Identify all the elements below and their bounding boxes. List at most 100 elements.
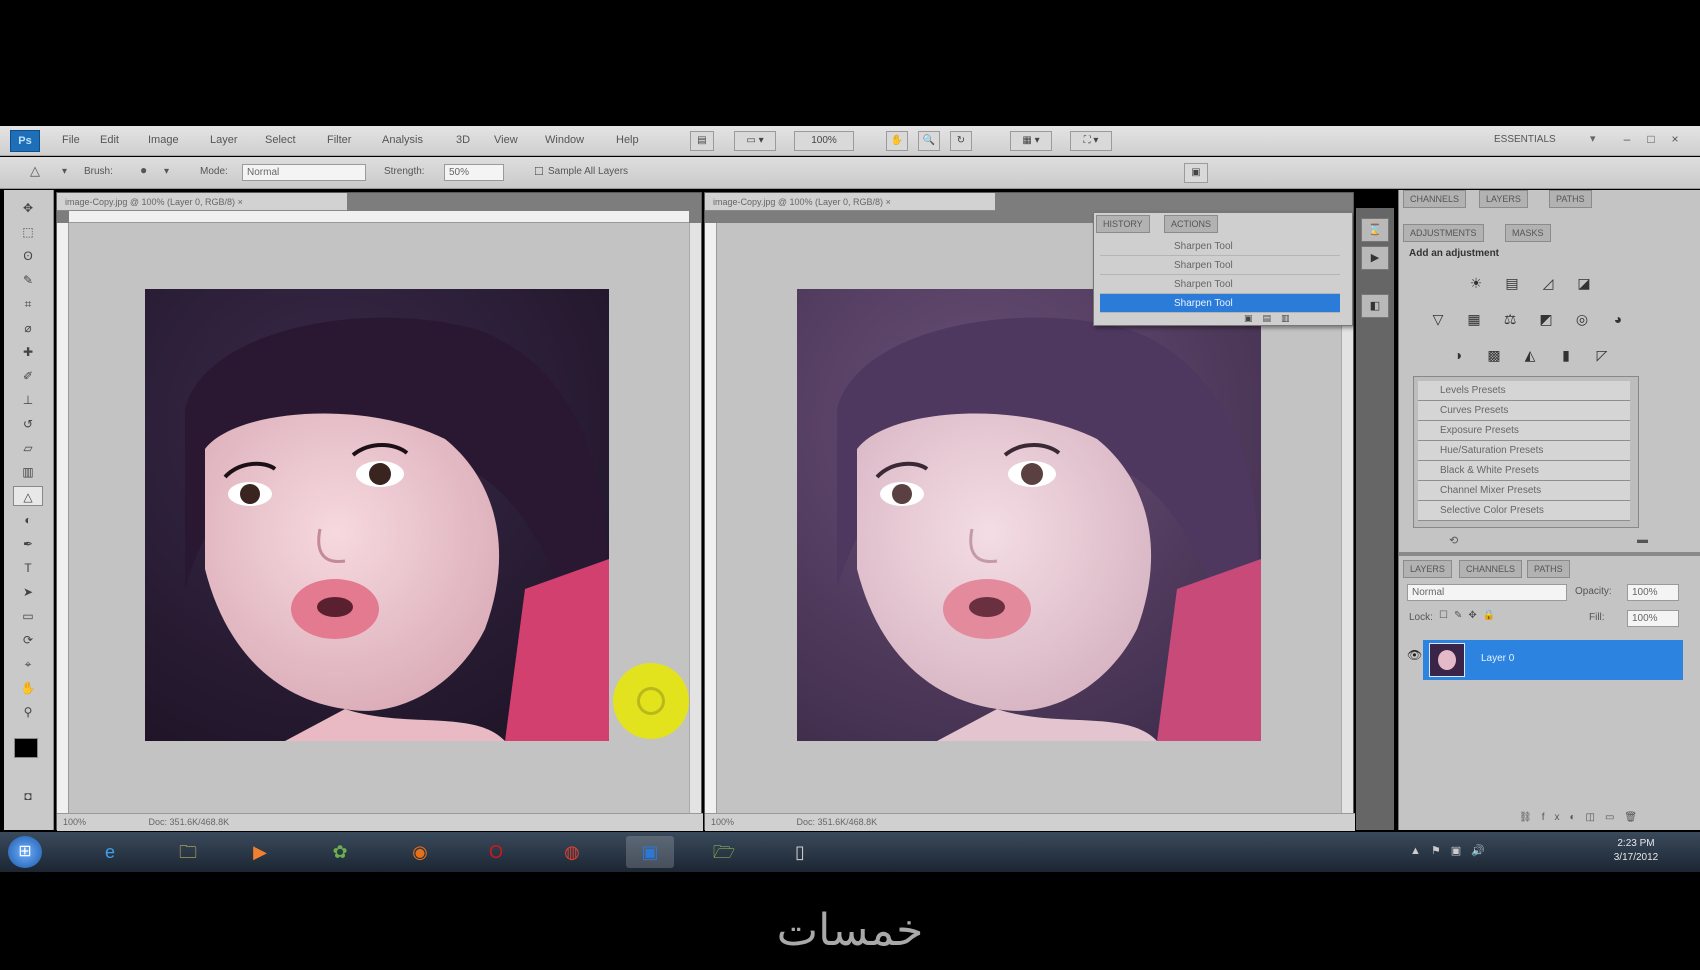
sharpen-tool-icon[interactable]: △ (30, 163, 40, 179)
layer-row[interactable]: Layer 0 (1423, 640, 1683, 680)
brush-size-icon[interactable]: ● (140, 163, 147, 177)
clone-stamp-tool-icon[interactable]: ⊥ (13, 390, 43, 410)
tab-adjustments[interactable]: ADJUSTMENTS (1403, 224, 1484, 242)
opacity-field[interactable]: 100% (1627, 584, 1679, 601)
tool-preset-arrow-icon[interactable]: ▾ (62, 166, 67, 177)
hue-saturation-icon[interactable]: ▦ (1461, 308, 1487, 330)
zoom-tool-button[interactable]: 🔍 (918, 131, 940, 151)
zoom-tool-icon[interactable]: ⚲ (13, 702, 43, 722)
menu-filter[interactable]: Filter (327, 134, 351, 146)
lasso-tool-icon[interactable]: ʘ (13, 246, 43, 266)
posterize-icon[interactable]: ▩ (1481, 344, 1507, 366)
preset-item[interactable]: Hue/Saturation Presets (1418, 441, 1630, 461)
layer-name[interactable]: Layer 0 (1481, 653, 1514, 664)
screen-mode-button[interactable]: ⛶ ▾ (1070, 131, 1112, 151)
gradient-tool-icon[interactable]: ▥ (13, 462, 43, 482)
crop-tool-icon[interactable]: ⌗ (13, 294, 43, 314)
healing-brush-tool-icon[interactable]: ✚ (13, 342, 43, 362)
invert-icon[interactable]: ◑ (1445, 344, 1471, 366)
brightness-contrast-icon[interactable]: ☀ (1463, 272, 1489, 294)
bridge-button[interactable]: ▤ (690, 131, 714, 151)
photoshop-taskbar-icon[interactable]: ▣ (626, 836, 674, 868)
eyedropper-tool-icon[interactable]: ⌀ (13, 318, 43, 338)
internet-explorer-icon[interactable]: e (86, 836, 134, 868)
tab-channels[interactable]: CHANNELS (1459, 560, 1523, 578)
arrange-documents-button[interactable]: ▦ ▾ (1010, 131, 1052, 151)
3d-camera-tool-icon[interactable]: ⌖ (13, 654, 43, 674)
preset-item[interactable]: Black & White Presets (1418, 461, 1630, 481)
layer-footer-icons[interactable]: ⛓fx◐◫▭🗑 (1519, 812, 1647, 823)
threshold-icon[interactable]: ◭ (1517, 344, 1543, 366)
adjustment-footer-icon[interactable]: ⟲ (1449, 534, 1458, 547)
history-brush-tool-icon[interactable]: ↺ (13, 414, 43, 434)
quick-mask-icon[interactable]: ◘ (13, 786, 43, 806)
menu-select[interactable]: Select (265, 134, 296, 146)
menu-view[interactable]: View (494, 134, 518, 146)
quick-select-tool-icon[interactable]: ✎ (13, 270, 43, 290)
clock[interactable]: 2:23 PM 3/17/2012 (1596, 837, 1676, 865)
brush-picker-arrow-icon[interactable]: ▾ (164, 166, 169, 177)
start-button-icon[interactable]: ⊞ (8, 836, 42, 868)
preset-item[interactable]: Exposure Presets (1418, 421, 1630, 441)
preset-item[interactable]: Curves Presets (1418, 401, 1630, 421)
tab-paths-top[interactable]: PATHS (1549, 190, 1592, 208)
canvas-area[interactable] (69, 223, 689, 813)
move-tool-icon[interactable]: ✥ (13, 198, 43, 218)
folder-icon[interactable]: 🗁 (700, 836, 748, 868)
zoom-level-dropdown[interactable]: 100% (794, 131, 854, 151)
blend-mode-select[interactable]: Normal (1407, 584, 1567, 601)
shape-tool-icon[interactable]: ▭ (13, 606, 43, 626)
document-tab-right[interactable]: image-Copy.jpg @ 100% (Layer 0, RGB/8) × (705, 193, 995, 211)
mode-select[interactable]: Normal (242, 164, 366, 181)
new-adjustment-icon[interactable]: ▬ (1637, 534, 1648, 546)
workspace-switcher[interactable]: ESSENTIALS (1494, 134, 1556, 145)
chevron-down-icon[interactable]: ▾ (1590, 132, 1596, 145)
app-icon[interactable]: ✿ (316, 836, 364, 868)
visibility-eye-icon[interactable]: 👁 (1407, 648, 1422, 662)
sharpen-tool-icon[interactable]: △ (13, 486, 43, 506)
tab-layers[interactable]: LAYERS (1403, 560, 1452, 578)
rotate-view-button[interactable]: ↻ (950, 131, 972, 151)
close-icon[interactable]: × (1668, 132, 1682, 146)
history-item[interactable]: Sharpen Tool (1100, 275, 1340, 294)
tab-channels-top[interactable]: CHANNELS (1403, 190, 1467, 208)
tab-paths[interactable]: PATHS (1527, 560, 1570, 578)
menu-analysis[interactable]: Analysis (382, 134, 423, 146)
history-item-selected[interactable]: Sharpen Tool (1100, 294, 1340, 313)
preset-item[interactable]: Levels Presets (1418, 381, 1630, 401)
sample-all-layers-checkbox[interactable]: ☐ (534, 165, 544, 178)
close-icon[interactable]: × (238, 197, 243, 207)
tab-history[interactable]: HISTORY (1096, 215, 1150, 233)
3d-rotate-tool-icon[interactable]: ⟳ (13, 630, 43, 650)
tablet-pressure-button[interactable]: ▣ (1184, 163, 1208, 183)
menu-edit[interactable]: Edit (100, 134, 119, 146)
file-explorer-icon[interactable]: 🗀 (164, 836, 212, 868)
vertical-scrollbar[interactable] (689, 223, 701, 813)
vibrance-icon[interactable]: ▽ (1425, 308, 1451, 330)
media-player-icon[interactable]: ▶ (236, 836, 284, 868)
curves-icon[interactable]: ◿ (1535, 272, 1561, 294)
marquee-tool-icon[interactable]: ⬚ (13, 222, 43, 242)
eraser-tool-icon[interactable]: ▱ (13, 438, 43, 458)
maximize-icon[interactable]: □ (1644, 132, 1658, 146)
color-balance-icon[interactable]: ⚖ (1497, 308, 1523, 330)
levels-icon[interactable]: ▤ (1499, 272, 1525, 294)
menu-help[interactable]: Help (616, 134, 639, 146)
menu-layer[interactable]: Layer (210, 134, 238, 146)
hand-tool-icon[interactable]: ✋ (13, 678, 43, 698)
tab-masks[interactable]: MASKS (1505, 224, 1551, 242)
tab-layers-top[interactable]: LAYERS (1479, 190, 1528, 208)
chrome-icon[interactable]: ◍ (548, 836, 596, 868)
hand-tool-button[interactable]: ✋ (886, 131, 908, 151)
system-tray-icons[interactable]: ▲⚑▣🔊 (1410, 844, 1495, 857)
minimize-icon[interactable]: – (1620, 132, 1634, 146)
preset-item[interactable]: Selective Color Presets (1418, 501, 1630, 521)
brush-tool-icon[interactable]: ✐ (13, 366, 43, 386)
preset-item[interactable]: Channel Mixer Presets (1418, 481, 1630, 501)
menu-window[interactable]: Window (545, 134, 584, 146)
document-tab-left[interactable]: image-Copy.jpg @ 100% (Layer 0, RGB/8) × (57, 193, 347, 211)
dodge-tool-icon[interactable]: ◐ (13, 510, 43, 530)
navigator-panel-icon[interactable]: ◧ (1361, 294, 1389, 318)
view-extras-button[interactable]: ▭ ▾ (734, 131, 776, 151)
selective-color-icon[interactable]: ◸ (1589, 344, 1615, 366)
